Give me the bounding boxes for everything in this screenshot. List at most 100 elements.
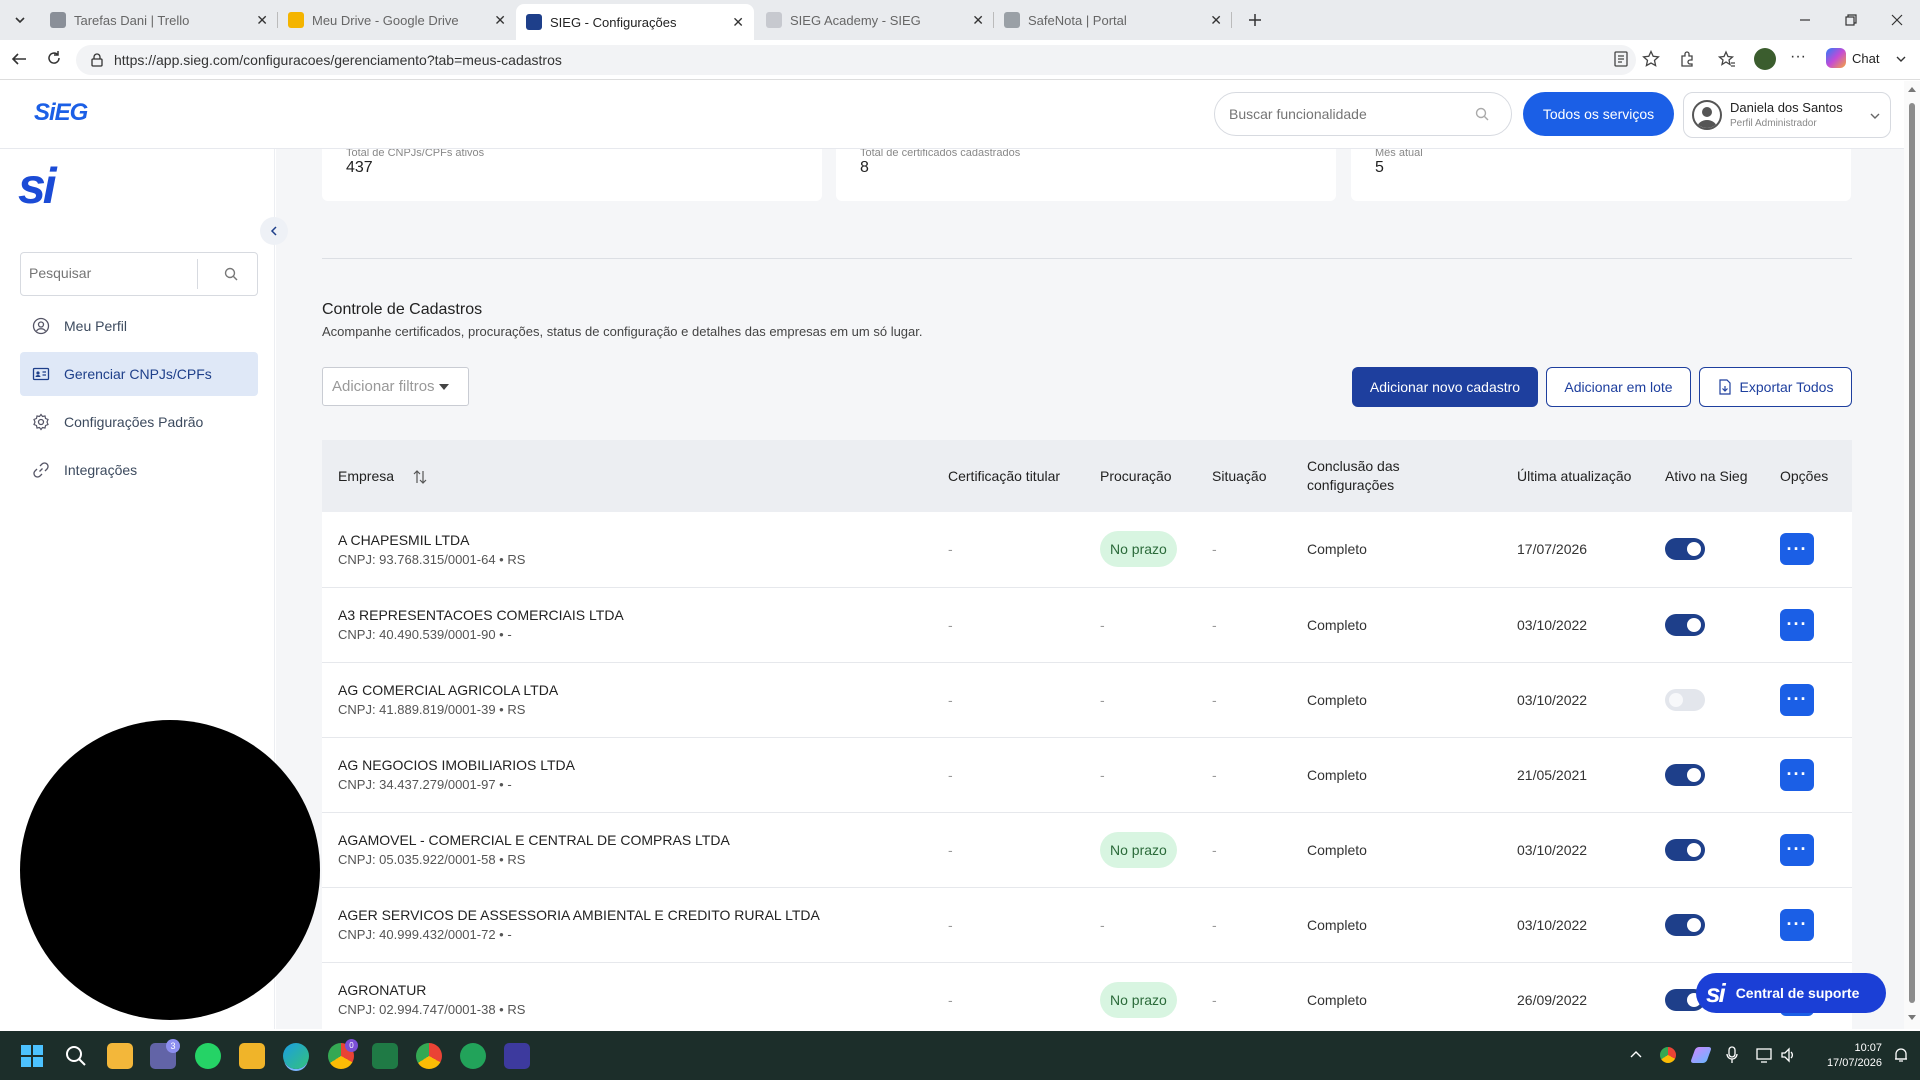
support-label: Central de suporte xyxy=(1735,985,1860,1001)
feature-search-input[interactable] xyxy=(1229,106,1469,122)
search-icon[interactable] xyxy=(224,267,238,281)
sidebar-search-input[interactable] xyxy=(29,265,204,281)
new-tab-button[interactable] xyxy=(1242,8,1268,32)
active-toggle[interactable] xyxy=(1665,913,1705,936)
sidebar-item-integracoes[interactable]: Integrações xyxy=(20,448,258,492)
options-button[interactable]: ··· xyxy=(1780,908,1814,941)
browser-tab[interactable]: SIEG Academy - SIEG ✕ xyxy=(756,4,994,36)
close-tab-icon[interactable]: ✕ xyxy=(972,12,984,29)
chrome-profile-icon[interactable]: 0 xyxy=(328,1039,358,1069)
extensions-icon[interactable] xyxy=(1678,50,1696,68)
url-input[interactable]: https://app.sieg.com/configuracoes/geren… xyxy=(76,45,1636,75)
certificacao-value: - xyxy=(948,691,953,708)
chrome-icon[interactable] xyxy=(416,1043,442,1069)
support-button[interactable]: si Central de suporte xyxy=(1696,973,1886,1013)
tray-network-icon[interactable] xyxy=(1756,1047,1772,1063)
export-all-button[interactable]: Exportar Todos xyxy=(1699,367,1852,407)
excel-icon[interactable] xyxy=(372,1043,398,1069)
active-toggle[interactable] xyxy=(1665,763,1705,786)
sidebar-search-box[interactable] xyxy=(20,252,258,296)
more-options-icon[interactable]: ··· xyxy=(1790,48,1806,66)
browser-tab[interactable]: SafeNota | Portal ✕ xyxy=(994,4,1232,36)
reload-button[interactable] xyxy=(46,50,66,70)
start-button[interactable] xyxy=(20,1044,44,1068)
minimize-button[interactable] xyxy=(1790,10,1820,30)
date-value: 21/05/2021 xyxy=(1517,766,1588,783)
ultima-atualizacao-cell: 26/09/2022 xyxy=(1501,962,1649,1029)
whatsapp-icon[interactable] xyxy=(195,1043,221,1069)
procuracao-cell: - xyxy=(1084,587,1196,663)
browser-tab[interactable]: Tarefas Dani | Trello ✕ xyxy=(40,4,278,36)
close-tab-icon[interactable]: ✕ xyxy=(256,12,268,29)
options-button[interactable]: ··· xyxy=(1780,758,1814,791)
close-tab-icon[interactable]: ✕ xyxy=(494,12,506,29)
teams-icon[interactable]: 3 xyxy=(150,1039,180,1069)
sidebar-item-configuracoes-padrao[interactable]: Configurações Padrão xyxy=(20,400,258,444)
options-button[interactable]: ··· xyxy=(1780,683,1814,716)
close-tab-icon[interactable]: ✕ xyxy=(732,14,744,31)
company-document: CNPJ: 41.889.819/0001-39 • RS xyxy=(338,702,526,717)
search-taskbar-button[interactable] xyxy=(63,1043,89,1069)
tray-chrome-icon[interactable] xyxy=(1660,1047,1676,1063)
collapse-sidebar-button[interactable] xyxy=(260,217,288,245)
add-batch-button[interactable]: Adicionar em lote xyxy=(1546,367,1691,407)
sidebar-logo[interactable]: si xyxy=(18,159,57,213)
ativo-cell xyxy=(1649,662,1764,738)
favorite-star-icon[interactable] xyxy=(1642,50,1660,68)
sidebar-item-gerenciar-cnpjs[interactable]: Gerenciar CNPJs/CPFs xyxy=(20,352,258,396)
feature-search-box[interactable] xyxy=(1214,92,1512,136)
scroll-down-arrow[interactable] xyxy=(1908,1015,1916,1020)
ultima-atualizacao-cell: 21/05/2021 xyxy=(1501,737,1649,813)
col-situacao: Situação xyxy=(1196,440,1291,512)
copilot-chat-button[interactable]: Chat xyxy=(1826,48,1879,68)
sidebar-item-meu-perfil[interactable]: Meu Perfil xyxy=(20,304,258,348)
active-toggle[interactable] xyxy=(1665,613,1705,636)
col-ativo: Ativo na Sieg xyxy=(1649,440,1764,512)
reader-mode-icon[interactable] xyxy=(1612,50,1630,68)
tray-chevron-icon[interactable] xyxy=(1630,1049,1642,1059)
tray-pen-icon[interactable] xyxy=(1690,1047,1712,1063)
tab-actions-button[interactable] xyxy=(8,10,32,30)
options-button[interactable]: ··· xyxy=(1780,533,1814,566)
notification-bell-icon[interactable] xyxy=(1893,1047,1909,1063)
browser-tab[interactable]: SIEG - Configurações ✕ xyxy=(516,4,754,40)
mail-app-icon[interactable] xyxy=(239,1043,265,1069)
active-toggle[interactable] xyxy=(1665,688,1705,711)
profile-avatar[interactable] xyxy=(1754,48,1776,70)
col-empresa[interactable]: Empresa xyxy=(322,440,932,512)
scroll-up-arrow[interactable] xyxy=(1908,87,1916,92)
sidebar-toggle-icon[interactable] xyxy=(1896,54,1906,64)
scroll-thumb[interactable] xyxy=(1909,103,1915,1003)
options-button[interactable]: ··· xyxy=(1780,833,1814,866)
situacao-cell: - xyxy=(1196,962,1291,1029)
clock[interactable]: 10:07 17/07/2026 xyxy=(1810,1041,1882,1071)
tray-volume-icon[interactable] xyxy=(1780,1047,1796,1063)
file-explorer-icon[interactable] xyxy=(107,1043,133,1069)
sort-icon[interactable] xyxy=(412,469,428,485)
opcoes-cell: ··· xyxy=(1764,812,1852,888)
filter-dropdown[interactable]: Adicionar filtros xyxy=(322,367,469,406)
browser-tab[interactable]: Meu Drive - Google Drive ✕ xyxy=(278,4,516,36)
options-button[interactable]: ··· xyxy=(1780,608,1814,641)
sidebar-item-label: Integrações xyxy=(64,462,138,478)
tab-title: SafeNota | Portal xyxy=(1028,12,1127,28)
procuracao-cell: No prazo xyxy=(1084,812,1196,888)
tray-mic-icon[interactable] xyxy=(1726,1046,1738,1064)
add-new-button[interactable]: Adicionar novo cadastro xyxy=(1352,367,1538,407)
sieg-logo[interactable]: SiEG xyxy=(34,99,88,127)
app-icon[interactable] xyxy=(504,1043,530,1069)
close-tab-icon[interactable]: ✕ xyxy=(1210,12,1222,29)
edge-icon[interactable] xyxy=(283,1043,309,1069)
favorites-icon[interactable] xyxy=(1718,50,1736,68)
restore-button[interactable] xyxy=(1836,10,1866,30)
vpn-lock-icon[interactable] xyxy=(460,1043,486,1069)
active-toggle[interactable] xyxy=(1665,838,1705,861)
page-scrollbar[interactable] xyxy=(1904,81,1920,1029)
active-toggle[interactable] xyxy=(1665,538,1705,561)
clock-date: 17/07/2026 xyxy=(1826,1057,1882,1069)
user-menu[interactable]: Daniela dos Santos Perfil Administrador xyxy=(1683,92,1891,138)
user-role: Perfil Administrador xyxy=(1730,118,1817,129)
close-window-button[interactable] xyxy=(1882,10,1912,30)
all-services-button[interactable]: Todos os serviços xyxy=(1523,92,1674,136)
back-button[interactable] xyxy=(10,50,30,70)
